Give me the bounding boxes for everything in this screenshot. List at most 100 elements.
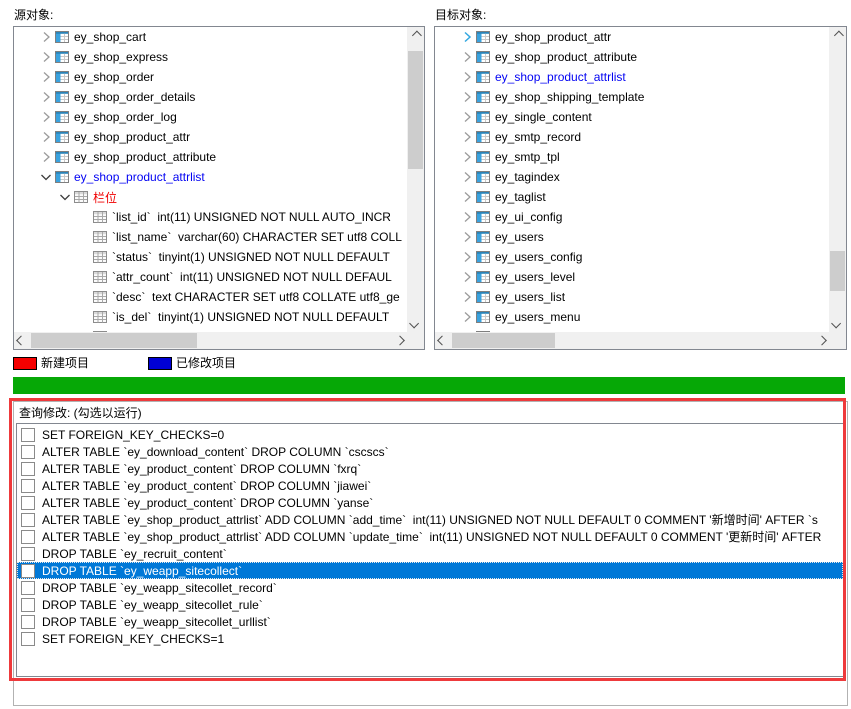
tree-item[interactable]: ey_shop_product_attribute: [435, 47, 829, 67]
vertical-scrollbar[interactable]: [829, 27, 846, 332]
scroll-right-button[interactable]: [390, 332, 407, 349]
chevron-right-icon[interactable]: [459, 129, 475, 145]
scroll-up-button[interactable]: [407, 27, 424, 44]
chevron-right-icon[interactable]: [459, 189, 475, 205]
query-checkbox[interactable]: [21, 564, 35, 578]
chevron-right-icon[interactable]: [459, 269, 475, 285]
tree-item[interactable]: ey_shop_product_attr: [435, 27, 829, 47]
tree-item[interactable]: ey_users_level: [435, 267, 829, 287]
query-checkbox[interactable]: [21, 479, 35, 493]
chevron-right-icon[interactable]: [38, 149, 54, 165]
tree-item[interactable]: `is_del` tinyint(1) UNSIGNED NOT NULL DE…: [14, 307, 407, 327]
tree-item[interactable]: ey_ui_config: [435, 207, 829, 227]
scroll-right-button[interactable]: [812, 332, 829, 349]
tree-item[interactable]: ey_smtp_record: [435, 127, 829, 147]
tree-item[interactable]: ey_shop_express: [14, 47, 407, 67]
tree-item[interactable]: `list_id` int(11) UNSIGNED NOT NULL AUTO…: [14, 207, 407, 227]
chevron-right-icon[interactable]: [38, 49, 54, 65]
vertical-scroll-thumb[interactable]: [408, 51, 423, 169]
query-checkbox[interactable]: [21, 462, 35, 476]
query-checkbox[interactable]: [21, 496, 35, 510]
tree-item[interactable]: `list_name` varchar(60) CHARACTER SET ut…: [14, 227, 407, 247]
tree-item[interactable]: ey_shop_order_details: [14, 87, 407, 107]
query-checkbox[interactable]: [21, 428, 35, 442]
query-checkbox[interactable]: [21, 445, 35, 459]
scroll-down-button[interactable]: [407, 315, 424, 332]
query-item[interactable]: SET FOREIGN_KEY_CHECKS=1: [17, 630, 843, 647]
query-item[interactable]: ALTER TABLE `ey_shop_product_attrlist` A…: [17, 511, 843, 528]
scroll-left-button[interactable]: [14, 332, 31, 349]
scroll-up-button[interactable]: [829, 27, 846, 44]
query-item[interactable]: SET FOREIGN_KEY_CHECKS=0: [17, 426, 843, 443]
chevron-right-icon[interactable]: [38, 69, 54, 85]
vertical-scroll-thumb[interactable]: [830, 251, 845, 291]
tree-item[interactable]: ey_taglist: [435, 187, 829, 207]
query-item[interactable]: ALTER TABLE `ey_shop_product_attrlist` A…: [17, 528, 843, 545]
chevron-right-icon[interactable]: [38, 129, 54, 145]
tree-item[interactable]: ey_smtp_tpl: [435, 147, 829, 167]
tree-item[interactable]: ey_shop_product_attrlist: [14, 167, 407, 187]
tree-item[interactable]: ey_shop_product_attrlist: [435, 67, 829, 87]
chevron-down-icon[interactable]: [38, 169, 54, 185]
chevron-right-icon[interactable]: [38, 109, 54, 125]
tree-item[interactable]: ey_shop_product_attr: [14, 127, 407, 147]
chevron-right-icon[interactable]: [459, 209, 475, 225]
chevron-right-icon[interactable]: [459, 149, 475, 165]
chevron-right-icon[interactable]: [38, 89, 54, 105]
tree-item-label: ey_shop_product_attrlist: [495, 70, 626, 84]
scroll-left-button[interactable]: [435, 332, 452, 349]
tree-item[interactable]: ey_users_list: [435, 287, 829, 307]
tree-item[interactable]: `desc` text CHARACTER SET utf8 COLLATE u…: [14, 287, 407, 307]
tree-item[interactable]: `status` tinyint(1) UNSIGNED NOT NULL DE…: [14, 247, 407, 267]
query-item[interactable]: ALTER TABLE `ey_product_content` DROP CO…: [17, 477, 843, 494]
query-checkbox[interactable]: [21, 615, 35, 629]
tree-item[interactable]: 栏位: [14, 187, 407, 207]
tree-item[interactable]: ey_shop_order: [14, 67, 407, 87]
tree-item[interactable]: ey_shop_cart: [14, 27, 407, 47]
horizontal-scroll-thumb[interactable]: [452, 333, 555, 348]
chevron-right-icon[interactable]: [459, 89, 475, 105]
tree-item[interactable]: ey_shop_order_log: [14, 107, 407, 127]
chevron-spacer: [76, 209, 92, 225]
query-checkbox[interactable]: [21, 632, 35, 646]
chevron-right-icon[interactable]: [459, 309, 475, 325]
query-item[interactable]: DROP TABLE `ey_weapp_sitecollet_urllist`: [17, 613, 843, 630]
query-item[interactable]: ALTER TABLE `ey_product_content` DROP CO…: [17, 460, 843, 477]
horizontal-scrollbar[interactable]: [435, 332, 829, 349]
chevron-right-icon[interactable]: [459, 109, 475, 125]
query-item[interactable]: ALTER TABLE `ey_product_content` DROP CO…: [17, 494, 843, 511]
chevron-right-icon[interactable]: [459, 29, 475, 45]
tree-item-label: `desc` text CHARACTER SET utf8 COLLATE u…: [112, 290, 400, 304]
scroll-down-button[interactable]: [829, 315, 846, 332]
chevron-right-icon[interactable]: [459, 249, 475, 265]
chevron-down-icon[interactable]: [57, 189, 73, 205]
modified-item-legend-label: 已修改项目: [176, 356, 236, 370]
query-item[interactable]: ALTER TABLE `ey_download_content` DROP C…: [17, 443, 843, 460]
horizontal-scrollbar[interactable]: [14, 332, 407, 349]
query-item[interactable]: DROP TABLE `ey_weapp_sitecollet_rule`: [17, 596, 843, 613]
tree-item[interactable]: ey_users_config: [435, 247, 829, 267]
tree-item[interactable]: ey_single_content: [435, 107, 829, 127]
tree-item[interactable]: ey_shop_shipping_template: [435, 87, 829, 107]
chevron-right-icon[interactable]: [38, 29, 54, 45]
tree-item[interactable]: ey_users: [435, 227, 829, 247]
tree-item[interactable]: ey_tagindex: [435, 167, 829, 187]
query-item[interactable]: DROP TABLE `ey_weapp_sitecollect`: [17, 562, 843, 579]
tree-item[interactable]: ey_users_menu: [435, 307, 829, 327]
query-item[interactable]: DROP TABLE `ey_weapp_sitecollet_record`: [17, 579, 843, 596]
chevron-right-icon[interactable]: [459, 289, 475, 305]
query-checkbox[interactable]: [21, 547, 35, 561]
query-checkbox[interactable]: [21, 513, 35, 527]
tree-item[interactable]: ey_shop_product_attribute: [14, 147, 407, 167]
query-checkbox[interactable]: [21, 530, 35, 544]
query-checkbox[interactable]: [21, 598, 35, 612]
chevron-right-icon[interactable]: [459, 169, 475, 185]
chevron-right-icon[interactable]: [459, 229, 475, 245]
tree-item[interactable]: `attr_count` int(11) UNSIGNED NOT NULL D…: [14, 267, 407, 287]
query-item[interactable]: DROP TABLE `ey_recruit_content`: [17, 545, 843, 562]
horizontal-scroll-thumb[interactable]: [31, 333, 197, 348]
query-checkbox[interactable]: [21, 581, 35, 595]
chevron-right-icon[interactable]: [459, 49, 475, 65]
chevron-right-icon[interactable]: [459, 69, 475, 85]
vertical-scrollbar[interactable]: [407, 27, 424, 332]
